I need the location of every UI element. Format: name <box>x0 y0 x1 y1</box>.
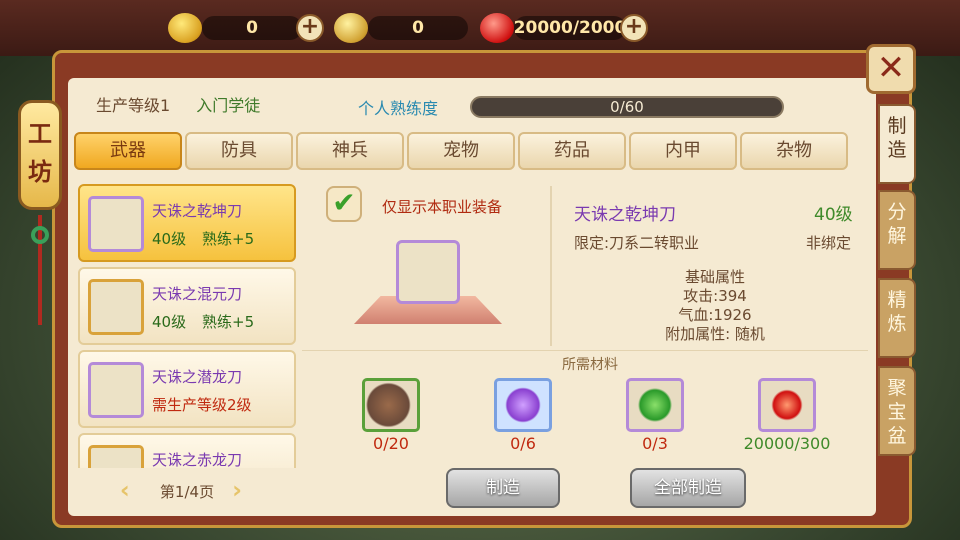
tab-divine-weapon[interactable]: 神兵 <box>296 132 404 170</box>
locked-gold-ingot-icon <box>334 13 368 43</box>
item-name: 天诛之潜龙刀 <box>152 368 243 386</box>
blade-icon <box>88 445 144 468</box>
item-name: 天诛之赤龙刀 <box>152 451 243 468</box>
make-button[interactable]: 制造 <box>446 468 560 508</box>
divider <box>550 186 552 346</box>
item-name: 天诛之混元刀 <box>152 285 243 303</box>
recipe-list: 天诛之乾坤刀 40级 熟练+5 天诛之混元刀 40级 熟练+5 天诛之潜龙刀 需… <box>78 184 296 468</box>
list-item[interactable]: 天诛之潜龙刀 需生产等级2级 <box>78 350 296 428</box>
tab-medicine[interactable]: 药品 <box>518 132 626 170</box>
item-proficiency: 熟练+5 <box>202 230 255 248</box>
item-level: 40级 <box>152 230 187 248</box>
detail-restriction: 限定:刀系二转职业 <box>574 234 700 252</box>
material-count: 20000/300 <box>743 434 831 453</box>
tab-misc[interactable]: 杂物 <box>740 132 848 170</box>
red-gem-material-icon[interactable] <box>758 378 816 432</box>
material-count: 0/20 <box>373 434 409 453</box>
blade-icon <box>88 196 144 252</box>
blade-icon <box>88 279 144 335</box>
add-gem-button[interactable]: + <box>620 14 648 42</box>
tab-inner-armor[interactable]: 内甲 <box>629 132 737 170</box>
prev-page-button[interactable]: ‹ <box>120 478 142 502</box>
bound-gold-value: 0 <box>368 16 468 40</box>
jade-ring-decoration <box>31 226 49 244</box>
proficiency-bar: 0/60 <box>470 96 784 118</box>
material-count: 0/3 <box>642 434 668 453</box>
category-tabs: 武器 防具 神兵 宠物 药品 内甲 杂物 <box>74 132 848 170</box>
tab-armor[interactable]: 防具 <box>185 132 293 170</box>
attr-extra: 附加属性: 随机 <box>665 325 765 343</box>
resource-bound-gold: 0 <box>334 10 468 46</box>
proficiency-value: 0/60 <box>610 98 644 116</box>
list-item[interactable]: 天诛之赤龙刀 <box>78 433 296 468</box>
detail-level: 40级 <box>814 205 853 225</box>
divider <box>302 350 868 351</box>
item-requirement: 需生产等级2级 <box>152 396 252 414</box>
rank-title: 入门学徒 <box>196 96 261 115</box>
item-proficiency: 熟练+5 <box>202 313 255 331</box>
list-item[interactable]: 天诛之混元刀 40级 熟练+5 <box>78 267 296 345</box>
workshop-title: 工坊 <box>18 100 62 210</box>
production-level: 生产等级1 <box>96 96 171 115</box>
checkbox-check-icon[interactable]: ✔ <box>326 186 362 222</box>
close-button[interactable]: ✕ <box>866 44 916 94</box>
resource-gem: 20000/2000 + <box>480 10 648 46</box>
add-gold-button[interactable]: + <box>296 14 324 42</box>
blade-icon <box>88 362 144 418</box>
gold-value: 0 <box>202 16 302 40</box>
side-tab-decompose[interactable]: 分解 <box>878 190 916 270</box>
stone-icon[interactable] <box>362 378 420 432</box>
class-filter-label: 仅显示本职业装备 <box>382 198 503 216</box>
materials-title: 所需材料 <box>562 357 618 373</box>
attr-hp: 气血:1926 <box>678 306 752 324</box>
selected-blade-icon <box>396 240 460 304</box>
item-level: 40级 <box>152 313 187 331</box>
side-tab-treasure-bowl[interactable]: 聚宝盆 <box>878 366 916 456</box>
detail-name: 天诛之乾坤刀 <box>574 205 676 225</box>
detail-binding: 非绑定 <box>806 234 852 252</box>
item-name: 天诛之乾坤刀 <box>152 202 243 220</box>
attr-attack: 攻击:394 <box>683 287 747 305</box>
pager: ‹ 第1/4页 › <box>78 470 296 512</box>
purple-orb-icon[interactable] <box>494 378 552 432</box>
material-count: 0/6 <box>510 434 536 453</box>
side-tab-make[interactable]: 制造 <box>878 104 916 184</box>
jade-icon[interactable] <box>626 378 684 432</box>
gem-value: 20000/2000 <box>513 16 627 40</box>
list-item[interactable]: 天诛之乾坤刀 40级 熟练+5 <box>78 184 296 262</box>
tab-pet[interactable]: 宠物 <box>407 132 515 170</box>
page-indicator: 第1/4页 <box>159 482 215 501</box>
red-gem-icon <box>480 13 514 43</box>
next-page-button[interactable]: › <box>232 478 254 502</box>
header-row: 生产等级1 入门学徒 <box>96 92 260 116</box>
attr-title: 基础属性 <box>684 268 745 286</box>
make-all-button[interactable]: 全部制造 <box>630 468 746 508</box>
gold-ingot-icon <box>168 13 202 43</box>
proficiency-label: 个人熟练度 <box>358 99 439 118</box>
side-tab-refine[interactable]: 精炼 <box>878 278 916 358</box>
tab-weapon[interactable]: 武器 <box>74 132 182 170</box>
resource-gold: 0 + <box>168 10 324 46</box>
